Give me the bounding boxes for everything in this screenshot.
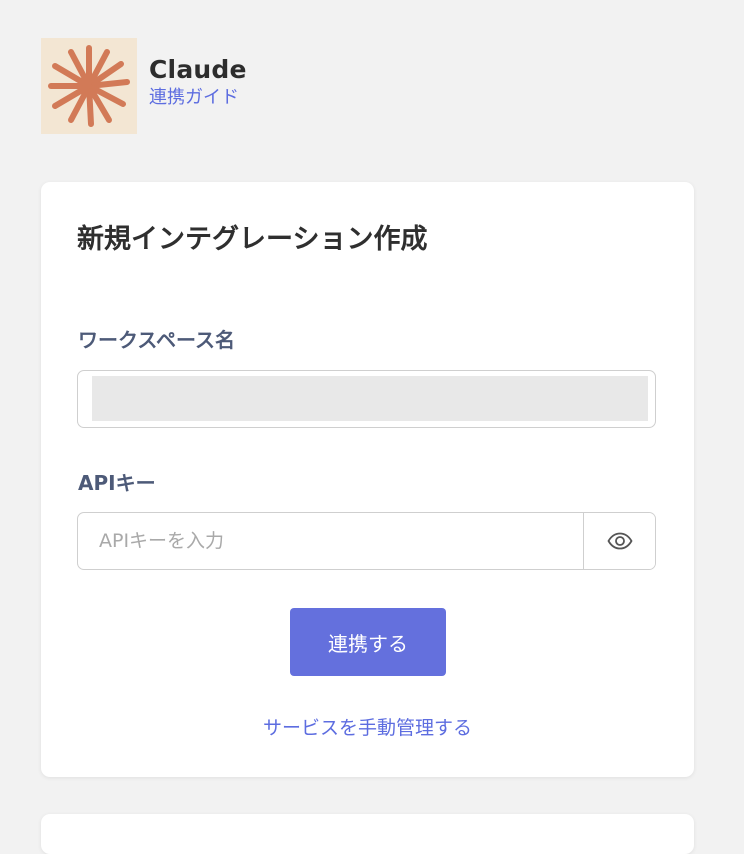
api-key-input[interactable] — [78, 513, 583, 569]
workspace-name-input[interactable] — [92, 376, 648, 421]
workspace-name-field — [77, 370, 656, 428]
api-key-label: APIキー — [78, 471, 156, 495]
app-name: Claude — [149, 55, 247, 84]
integration-card: 新規インテグレーション作成 ワークスペース名 APIキー 連携する サービスを手… — [41, 182, 694, 777]
next-card — [41, 814, 694, 854]
toggle-api-key-visibility-button[interactable] — [583, 513, 655, 569]
app-logo — [41, 38, 137, 134]
app-meta: Claude 連携ガイド — [149, 55, 247, 109]
eye-icon — [607, 532, 632, 550]
app-header: Claude 連携ガイド — [41, 38, 247, 134]
page-title: 新規インテグレーション作成 — [77, 224, 428, 255]
integration-guide-link[interactable]: 連携ガイド — [149, 87, 247, 109]
connect-button[interactable]: 連携する — [290, 608, 446, 676]
api-key-group — [77, 512, 656, 570]
manual-manage-link[interactable]: サービスを手動管理する — [41, 713, 694, 740]
claude-burst-logo-icon — [48, 45, 130, 127]
workspace-name-label: ワークスペース名 — [78, 328, 235, 352]
